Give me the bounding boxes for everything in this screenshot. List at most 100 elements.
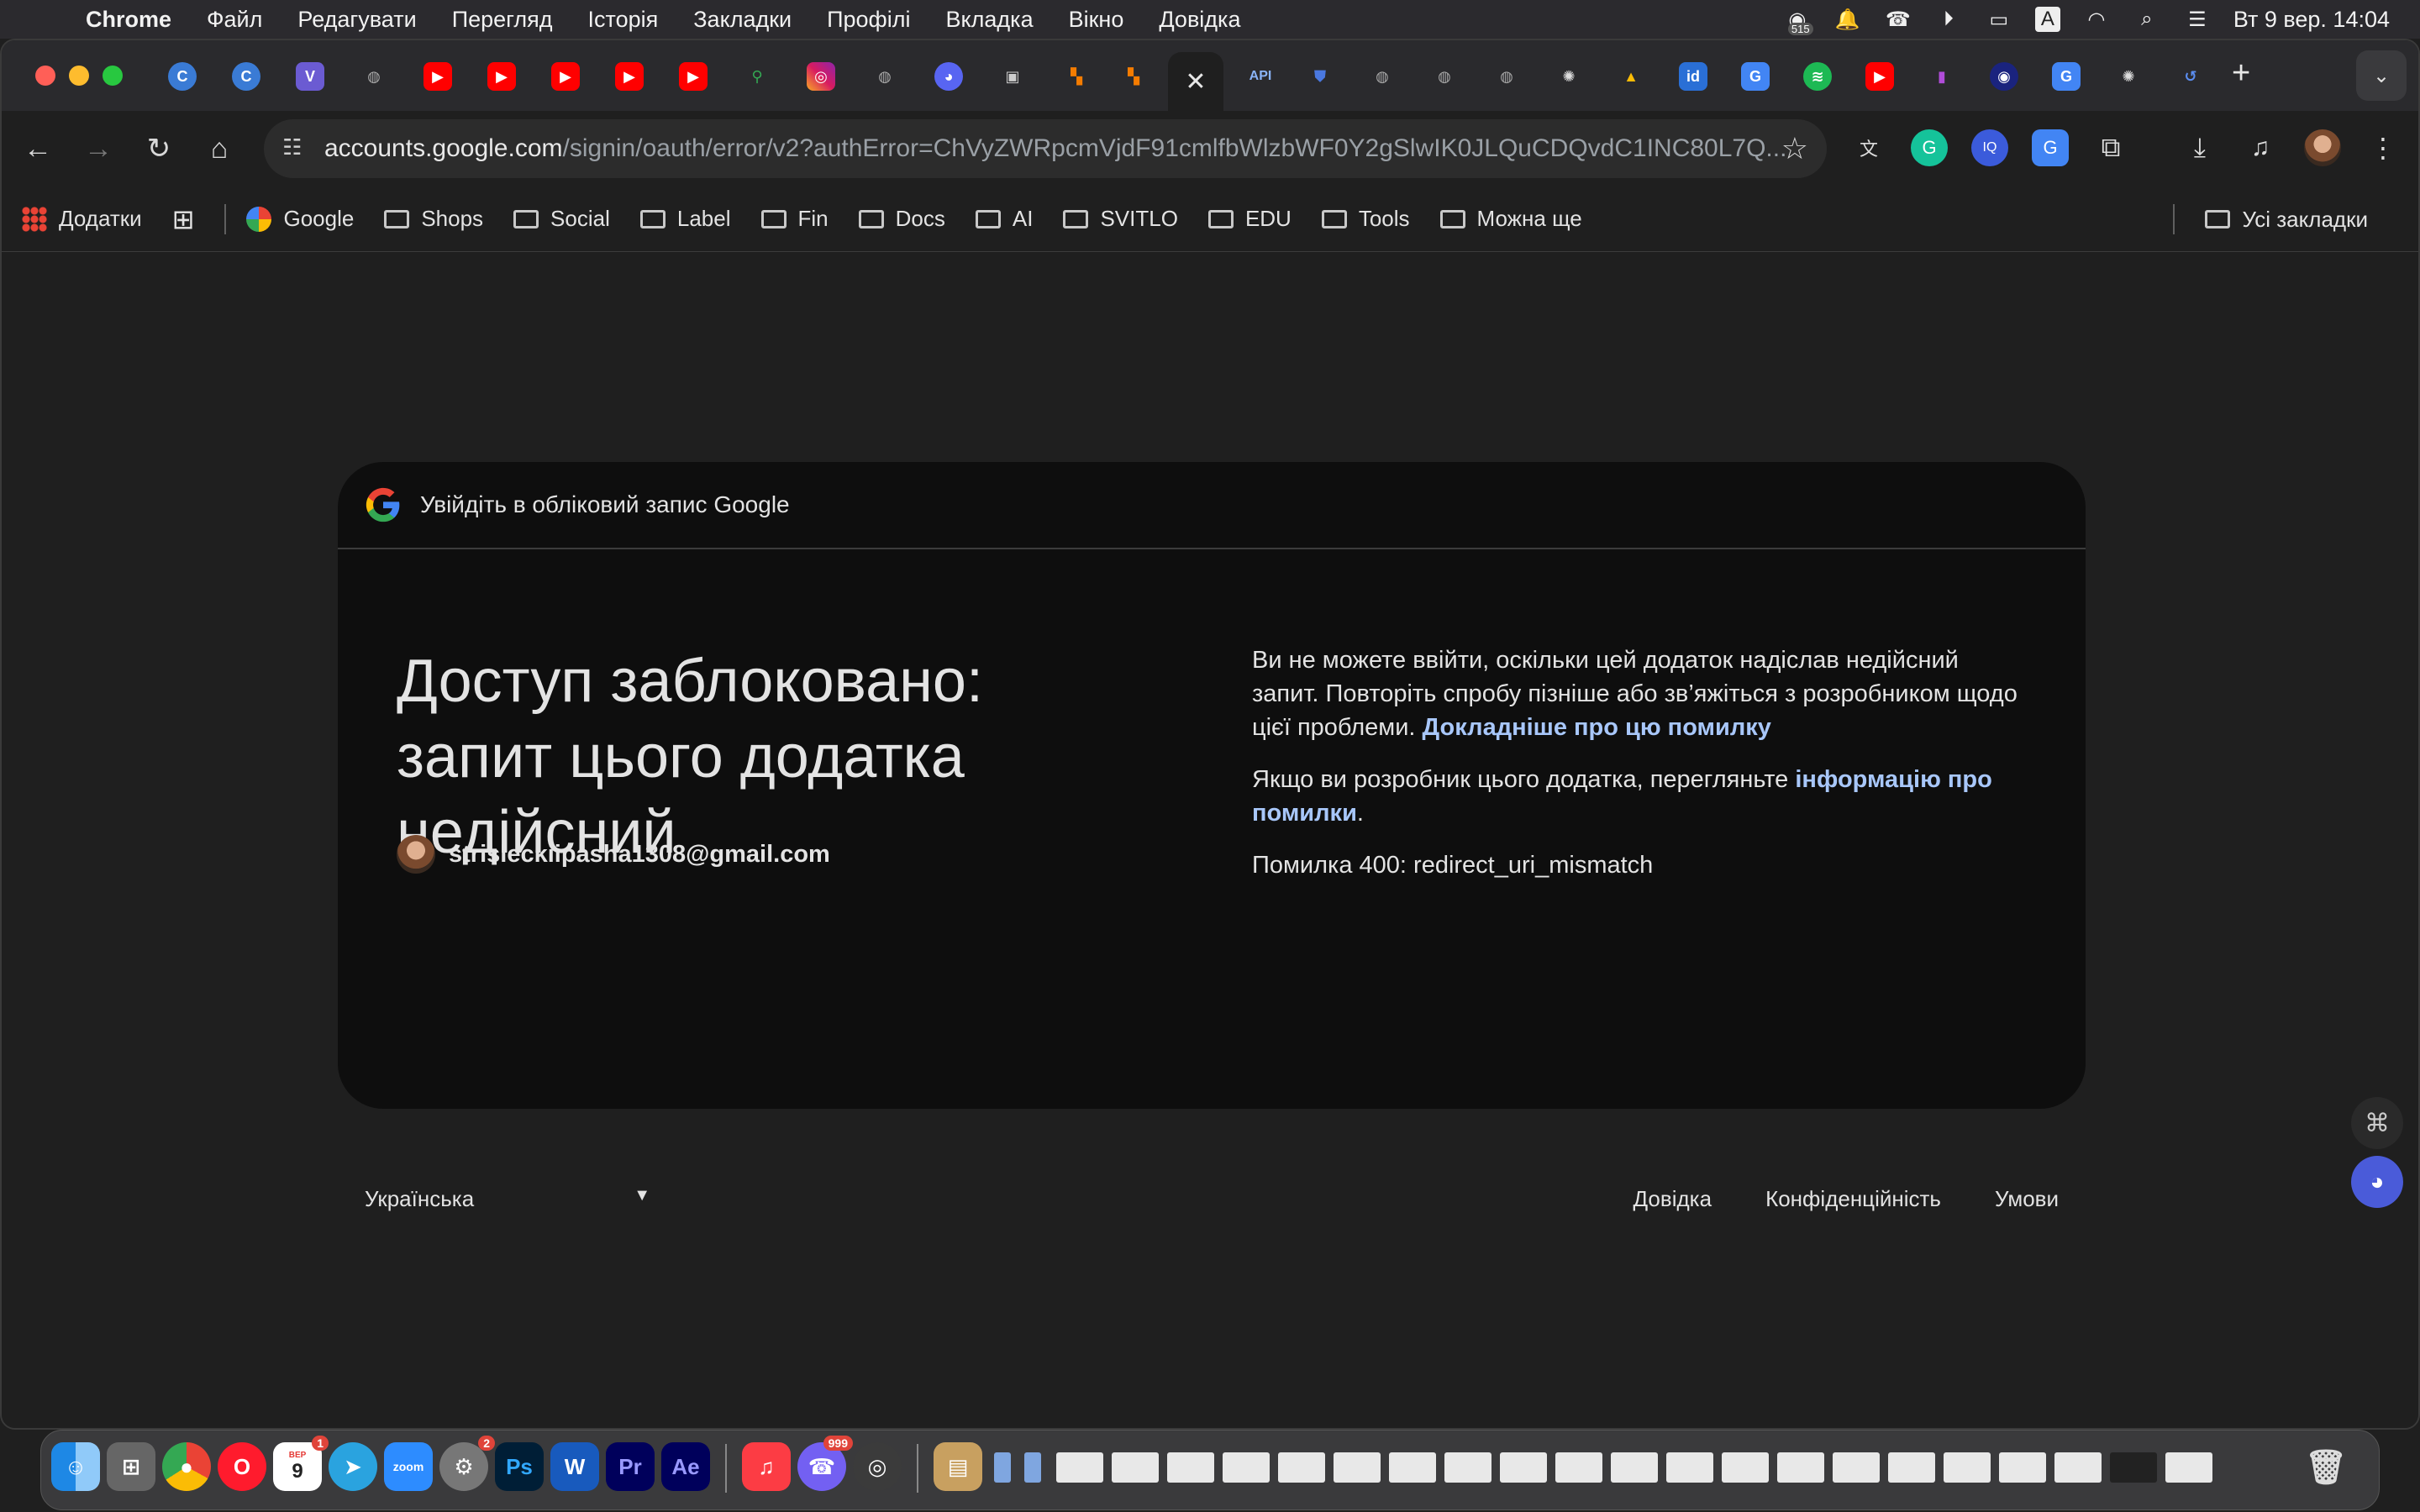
- tab-canva-1-icon[interactable]: C: [168, 62, 197, 91]
- all-bookmarks[interactable]: Усі закладки: [2173, 186, 2398, 252]
- quicktime-icon[interactable]: ◎: [853, 1442, 902, 1491]
- tab-bars-icon[interactable]: ▮: [1928, 62, 1956, 91]
- menu-view[interactable]: Перегляд: [452, 7, 553, 33]
- google-translate-extension-icon[interactable]: G: [2032, 129, 2069, 166]
- tab-error-page-icon[interactable]: ▣: [998, 62, 1027, 91]
- minimize-window-button[interactable]: [69, 66, 89, 86]
- tab-youtube-6-icon[interactable]: ▶: [1865, 62, 1894, 91]
- chrome-menu-icon[interactable]: ⋮: [2365, 129, 2402, 166]
- tab-youtube-2-icon[interactable]: ▶: [487, 62, 516, 91]
- minimized-window[interactable]: [1223, 1452, 1270, 1483]
- viber-status-icon[interactable]: ☎: [1884, 7, 1912, 32]
- privacy-link[interactable]: Конфіденційність: [1765, 1186, 1941, 1212]
- tab-globe-3-icon[interactable]: ◍: [1368, 62, 1397, 91]
- tab-discord-icon[interactable]: ◕: [934, 62, 963, 91]
- minimized-window[interactable]: [1278, 1452, 1325, 1483]
- minimized-window[interactable]: [1722, 1452, 1769, 1483]
- home-icon[interactable]: ⌂: [200, 129, 239, 168]
- telegram-icon[interactable]: ➤: [329, 1442, 377, 1491]
- media-controls-icon[interactable]: ♫: [2242, 129, 2279, 166]
- wifi-icon[interactable]: ◠: [2082, 7, 2111, 32]
- bookmark-star-icon[interactable]: ☆: [1781, 131, 1808, 166]
- reload-icon[interactable]: ↻: [139, 129, 178, 168]
- minimized-window[interactable]: [1444, 1452, 1491, 1483]
- grammarly-extension-icon[interactable]: G: [1911, 129, 1948, 166]
- minimized-window[interactable]: [1167, 1452, 1214, 1483]
- tab-groups-icon[interactable]: ⊞: [172, 203, 195, 235]
- tab-history-icon[interactable]: ↺: [2176, 62, 2205, 91]
- bookmark-folder-more[interactable]: Можна ще: [1439, 206, 1582, 232]
- menu-profiles[interactable]: Профілі: [827, 7, 910, 33]
- minimized-window[interactable]: [1999, 1452, 2046, 1483]
- tab-maps-icon[interactable]: ⚲: [743, 62, 771, 91]
- bookmark-folder-edu[interactable]: EDU: [1207, 206, 1292, 232]
- back-arrow-icon[interactable]: ←: [18, 129, 57, 168]
- bookmark-folder-ai[interactable]: AI: [975, 206, 1033, 232]
- side-assistant-icon[interactable]: ◕: [2351, 1156, 2403, 1208]
- tab-youtube-3-icon[interactable]: ▶: [551, 62, 580, 91]
- menu-tab[interactable]: Вкладка: [946, 7, 1034, 33]
- iq-extension-icon[interactable]: IQ: [1971, 129, 2008, 166]
- terms-link[interactable]: Умови: [1995, 1186, 2059, 1212]
- trash-icon[interactable]: 🗑: [2302, 1442, 2350, 1491]
- photoshop-icon[interactable]: Ps: [495, 1442, 544, 1491]
- bookmark-folder-shops[interactable]: Shops: [384, 206, 483, 232]
- tab-translate-icon[interactable]: G: [1741, 62, 1770, 91]
- document-thumbnail-icon[interactable]: ▤: [934, 1442, 982, 1491]
- minimized-window[interactable]: [1777, 1452, 1824, 1483]
- calendar-icon[interactable]: ВЕР 9 1: [273, 1436, 329, 1491]
- minimized-window[interactable]: [2110, 1452, 2157, 1483]
- minimized-window[interactable]: [1666, 1452, 1713, 1483]
- tab-globe-2-icon[interactable]: ◍: [871, 62, 899, 91]
- language-select[interactable]: Українська ▼: [365, 1186, 650, 1212]
- tab-globe-5-icon[interactable]: ◍: [1492, 62, 1521, 91]
- translate-page-icon[interactable]: 文: [1850, 129, 1887, 166]
- active-tab-close-icon[interactable]: ✕: [1168, 52, 1223, 111]
- minimized-window[interactable]: [1389, 1452, 1436, 1483]
- after-effects-icon[interactable]: Ae: [661, 1442, 710, 1491]
- bookmark-folder-fin[interactable]: Fin: [760, 206, 829, 232]
- tab-chatgpt-2-icon[interactable]: ✺: [2114, 62, 2143, 91]
- menu-bookmarks[interactable]: Закладки: [693, 7, 792, 33]
- finder-icon[interactable]: ☺: [51, 1442, 100, 1491]
- minimized-window[interactable]: [1112, 1452, 1159, 1483]
- menu-file[interactable]: Файл: [207, 7, 262, 33]
- tab-google-drive-icon[interactable]: ▲: [1617, 62, 1645, 91]
- learn-more-link[interactable]: Докладніше про цю помилку: [1423, 714, 1771, 741]
- notifications-status-icon[interactable]: ◉ 515: [1783, 7, 1813, 35]
- tab-globe-4-icon[interactable]: ◍: [1430, 62, 1459, 91]
- menu-app-name[interactable]: Chrome: [86, 7, 171, 33]
- menu-window[interactable]: Вікно: [1069, 7, 1124, 33]
- side-shortcut-icon[interactable]: ⌘: [2351, 1097, 2403, 1149]
- site-info-icon[interactable]: ☷: [282, 134, 311, 163]
- close-window-button[interactable]: [35, 66, 55, 86]
- tab-youtube-1-icon[interactable]: ▶: [424, 62, 452, 91]
- minimized-window[interactable]: [1888, 1452, 1935, 1483]
- premiere-icon[interactable]: Pr: [606, 1442, 655, 1491]
- extensions-puzzle-icon[interactable]: ⧉: [2092, 129, 2129, 166]
- profile-avatar[interactable]: [2304, 129, 2341, 166]
- tab-youtube-4-icon[interactable]: ▶: [615, 62, 644, 91]
- tab-dark-icon[interactable]: ◉: [1990, 62, 2018, 91]
- account-chip[interactable]: strisleckiipasha1308@gmail.com: [397, 835, 830, 874]
- opera-icon[interactable]: O: [218, 1442, 266, 1491]
- bookmark-folder-social[interactable]: Social: [513, 206, 610, 232]
- zoom-icon[interactable]: zoom: [384, 1442, 433, 1491]
- zoom-window-button[interactable]: [103, 66, 123, 86]
- tab-instagram-icon[interactable]: ◎: [807, 62, 835, 91]
- tab-shield-icon[interactable]: ⛊: [1306, 62, 1334, 91]
- music-icon[interactable]: ♫: [742, 1442, 791, 1491]
- bookmark-google[interactable]: Google: [246, 206, 354, 232]
- downloads-icon[interactable]: ⤓: [2181, 129, 2218, 166]
- control-center-icon[interactable]: ☰: [2183, 7, 2212, 32]
- bookmark-folder-docs[interactable]: Docs: [858, 206, 945, 232]
- chrome-icon[interactable]: ●: [162, 1442, 211, 1491]
- minimized-window[interactable]: [1500, 1452, 1547, 1483]
- forward-arrow-icon[interactable]: →: [79, 129, 118, 168]
- tab-spotify-icon[interactable]: ≋: [1803, 62, 1832, 91]
- minimized-window[interactable]: [2054, 1452, 2102, 1483]
- tab-translate-2-icon[interactable]: G: [2052, 62, 2081, 91]
- menu-help[interactable]: Довідка: [1159, 7, 1240, 33]
- help-link[interactable]: Довідка: [1634, 1186, 1712, 1212]
- menu-history[interactable]: Історія: [588, 7, 659, 33]
